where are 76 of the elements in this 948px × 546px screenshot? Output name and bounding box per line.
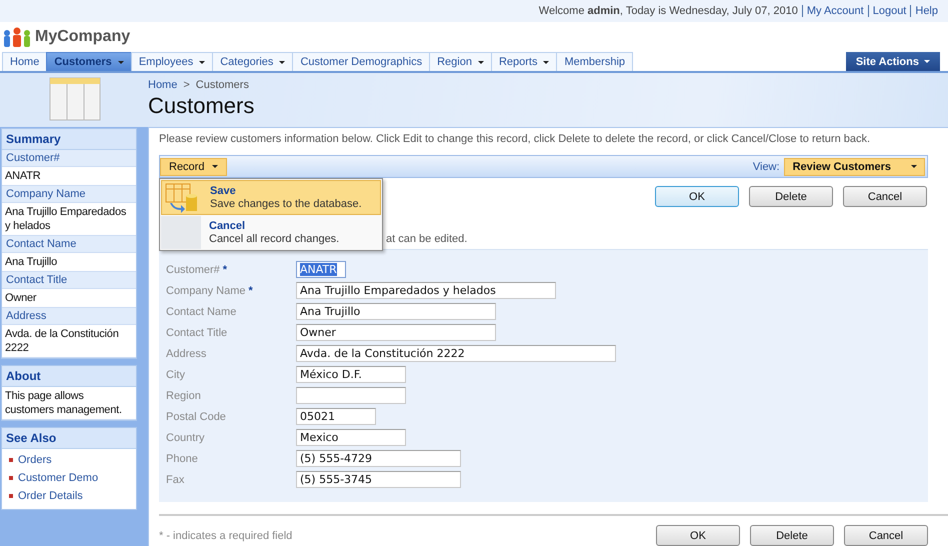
action-button[interactable]: OK xyxy=(656,525,740,546)
input-field[interactable]: Ana Trujillo xyxy=(296,303,496,320)
nav-tab[interactable]: Membership xyxy=(556,52,634,71)
summary-label: Address xyxy=(2,308,136,325)
input-field[interactable]: Mexico xyxy=(296,429,406,446)
input-field[interactable]: 05021 xyxy=(296,408,376,425)
top-link[interactable]: Help xyxy=(915,5,938,17)
nav-tab[interactable]: Home xyxy=(2,52,48,71)
summary-value: Avda. de la Constitución 2222 xyxy=(2,325,136,358)
input-field[interactable]: (5) 555-3745 xyxy=(296,471,461,488)
menu-item[interactable]: Cancel Cancel all record changes. xyxy=(161,216,381,249)
page-title: Customers xyxy=(148,93,256,119)
instructions-text: Please review customers information below. Click Edit to change this record, click Delete to delete the record, or click Cancel/Close to return back. xyxy=(159,132,872,146)
summary-label: Contact Title xyxy=(2,272,136,289)
input-field[interactable]: México D.F. xyxy=(296,366,406,383)
about-text: This page allows customers management. xyxy=(2,387,136,420)
field-label: Contact Title xyxy=(166,326,228,338)
field-label: Region xyxy=(166,390,202,402)
breadcrumb-link[interactable]: Home xyxy=(148,79,178,91)
panel-title: About xyxy=(2,366,136,387)
nav-tab[interactable]: Region xyxy=(429,52,492,71)
field-label: Contact Name xyxy=(166,306,238,318)
table-database-icon xyxy=(164,182,200,212)
brand-name: MyCompany xyxy=(35,28,130,46)
view-label: View: xyxy=(752,160,780,172)
input-field[interactable]: ANATR xyxy=(296,261,346,278)
top-link[interactable]: My Account xyxy=(806,5,864,17)
see-also-link[interactable]: Order Details xyxy=(18,490,83,502)
input-field[interactable]: Avda. de la Constitución 2222 xyxy=(296,345,616,362)
menu-item-description: Cancel all record changes. xyxy=(209,232,340,246)
menu-item-title: Save xyxy=(210,184,237,198)
bullet-icon xyxy=(9,494,13,498)
nav-tab[interactable]: Employees xyxy=(130,52,214,71)
see-also-link[interactable]: Orders xyxy=(18,454,52,466)
input-field[interactable]: Ana Trujillo Emparedados y helados xyxy=(296,282,556,299)
panel-title: Summary xyxy=(2,129,136,150)
panel-title: See Also xyxy=(2,428,136,449)
menu-item-description: Save changes to the database. xyxy=(210,198,362,210)
field-label: Address xyxy=(166,348,208,360)
field-label: Country xyxy=(166,432,206,444)
record-menu-button[interactable]: Record xyxy=(160,158,228,176)
field-label: Company Name * xyxy=(166,284,254,296)
nav-tab[interactable]: Customers xyxy=(46,52,132,71)
action-button[interactable]: Cancel xyxy=(844,525,928,546)
menu-item[interactable]: Save Save changes to the database. xyxy=(161,180,381,215)
input-field[interactable]: Owner xyxy=(296,324,496,341)
menu-item-title: Cancel xyxy=(209,220,246,232)
action-button[interactable]: Delete xyxy=(749,186,833,207)
breadcrumb-current: Customers xyxy=(196,79,249,91)
view-dropdown[interactable]: Review Customers xyxy=(784,158,925,176)
field-label: Postal Code xyxy=(166,410,227,422)
required-note: * - indicates a required field xyxy=(159,530,292,542)
top-link[interactable]: Logout xyxy=(872,5,906,17)
nav-tab[interactable]: Categories xyxy=(212,52,294,71)
action-button[interactable]: OK xyxy=(655,186,739,207)
people-logo-icon xyxy=(2,26,32,48)
field-label: Customer# * xyxy=(166,264,228,276)
breadcrumb-separator: > xyxy=(183,79,190,91)
summary-label: Company Name xyxy=(2,186,136,203)
welcome-text: Welcome admin, Today is Wednesday, July 07, 2010 xyxy=(538,5,798,17)
summary-label: Customer# xyxy=(2,150,136,167)
action-button[interactable]: Delete xyxy=(750,525,834,546)
see-also-link[interactable]: Customer Demo xyxy=(18,472,98,484)
bullet-icon xyxy=(9,458,13,462)
input-field[interactable]: (5) 555-4729 xyxy=(296,450,461,467)
field-label: City xyxy=(166,368,186,380)
nav-tab[interactable]: Reports xyxy=(490,52,558,71)
site-actions-button[interactable]: Site Actions xyxy=(846,52,940,71)
input-field[interactable] xyxy=(296,387,406,404)
field-label: Phone xyxy=(166,452,199,464)
bullet-icon xyxy=(9,476,13,480)
action-button[interactable]: Cancel xyxy=(843,186,927,207)
nav-tab[interactable]: Customer Demographics xyxy=(292,52,430,71)
summary-label: Contact Name xyxy=(2,236,136,253)
field-label: Fax xyxy=(166,474,186,486)
note-text: at can be edited. xyxy=(386,233,468,245)
